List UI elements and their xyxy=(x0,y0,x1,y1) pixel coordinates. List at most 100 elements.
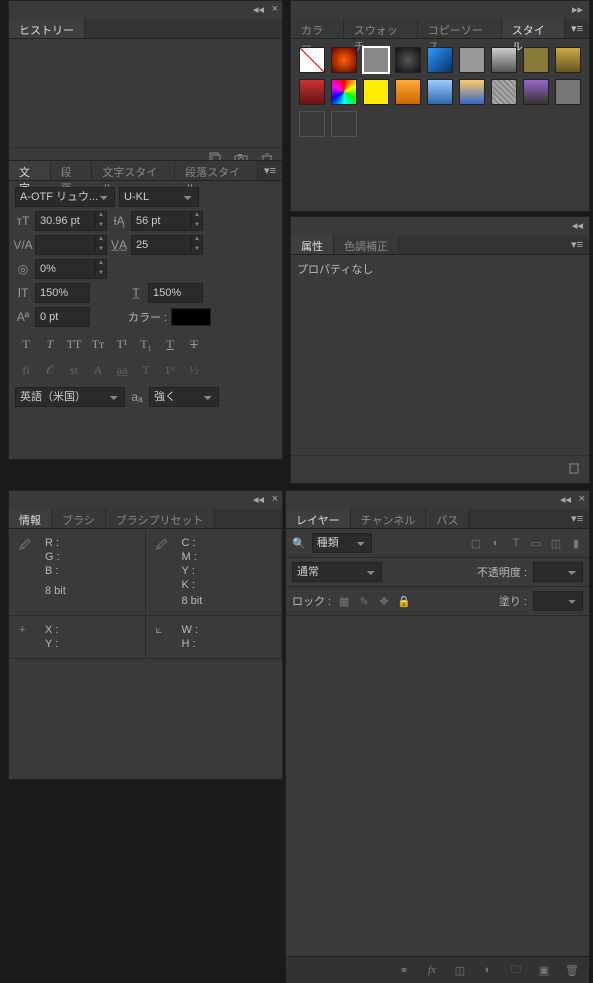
spin-up[interactable]: ▲ xyxy=(95,235,107,245)
filter-type-icon[interactable]: T xyxy=(509,536,523,550)
style-swatch[interactable] xyxy=(331,79,357,105)
spin-up[interactable]: ▲ xyxy=(95,259,107,269)
hscale-input[interactable] xyxy=(148,283,203,303)
spin-down[interactable]: ▼ xyxy=(191,221,203,231)
tab-layers[interactable]: レイヤー xyxy=(286,509,351,528)
spin-down[interactable]: ▼ xyxy=(95,221,107,231)
fx-icon[interactable]: fx xyxy=(425,963,439,977)
spin-up[interactable]: ▲ xyxy=(95,211,107,221)
tab-copysource[interactable]: コピーソース xyxy=(418,19,502,38)
spin-down[interactable]: ▼ xyxy=(95,269,107,279)
style-swatch[interactable] xyxy=(331,111,357,137)
tab-adjustments[interactable]: 色調補正 xyxy=(334,235,399,254)
language-select[interactable]: 英語（米国） xyxy=(15,387,125,407)
font-style-select[interactable]: U-KL xyxy=(119,187,199,207)
tab-paths[interactable]: パス xyxy=(426,509,469,528)
spin-up[interactable]: ▲ xyxy=(191,235,203,245)
group-icon[interactable]: 🗀 xyxy=(509,963,523,977)
tab-color[interactable]: カラー xyxy=(291,19,344,38)
style-swatch[interactable] xyxy=(363,79,389,105)
collapse-icon[interactable]: ◂◂ xyxy=(253,3,264,16)
style-swatch[interactable] xyxy=(427,47,453,73)
filter-type-select[interactable]: 種類 xyxy=(312,533,372,553)
discretionary-button[interactable]: st xyxy=(63,359,85,381)
contextual-button[interactable]: 𝒪 xyxy=(39,359,61,381)
subscript-button[interactable]: T₁ xyxy=(135,333,157,355)
style-swatch[interactable] xyxy=(491,79,517,105)
tab-brush[interactable]: ブラシ xyxy=(52,509,106,528)
ligatures-button[interactable]: fi xyxy=(15,359,37,381)
antialias-select[interactable]: 強く xyxy=(149,387,219,407)
vscale-input[interactable] xyxy=(35,283,90,303)
panel-menu-icon[interactable]: ▾≡ xyxy=(565,235,589,254)
spin-down[interactable]: ▼ xyxy=(95,245,107,255)
allcaps-button[interactable]: TT xyxy=(63,333,85,355)
style-swatch[interactable] xyxy=(523,79,549,105)
style-swatch[interactable] xyxy=(299,79,325,105)
style-swatch[interactable] xyxy=(459,79,485,105)
tab-swatches[interactable]: スウォッチ xyxy=(344,19,418,38)
panel-menu-icon[interactable]: ▾≡ xyxy=(565,19,589,38)
spin-up[interactable]: ▲ xyxy=(191,211,203,221)
new-layer-icon[interactable]: ▣ xyxy=(537,963,551,977)
style-swatch[interactable] xyxy=(331,47,357,73)
filter-pixel-icon[interactable]: ▢ xyxy=(469,536,483,550)
collapse-icon[interactable]: ◂◂ xyxy=(253,493,264,506)
tab-character[interactable]: 文字 xyxy=(9,161,51,180)
blend-mode-select[interactable]: 通常 xyxy=(292,562,382,582)
mask-icon[interactable]: ◫ xyxy=(453,963,467,977)
lock-paint-icon[interactable]: ✎ xyxy=(357,594,371,608)
text-color-swatch[interactable] xyxy=(171,308,211,326)
tab-brushpreset[interactable]: ブラシプリセット xyxy=(106,509,215,528)
stylistic-button[interactable]: a̲a̲ xyxy=(111,359,133,381)
style-swatch[interactable] xyxy=(395,47,421,73)
style-swatch[interactable] xyxy=(555,47,581,73)
style-swatch[interactable] xyxy=(459,47,485,73)
trash-icon[interactable] xyxy=(567,460,581,474)
style-swatch[interactable] xyxy=(555,79,581,105)
underline-button[interactable]: T xyxy=(159,333,181,355)
style-swatch[interactable] xyxy=(427,79,453,105)
panel-menu-icon[interactable]: ▾≡ xyxy=(565,509,589,528)
baseline-shift-input[interactable] xyxy=(35,307,90,327)
filter-shape-icon[interactable]: ▭ xyxy=(529,536,543,550)
style-swatch[interactable] xyxy=(395,79,421,105)
tab-channels[interactable]: チャンネル xyxy=(351,509,427,528)
tab-paragraph[interactable]: 段落 xyxy=(51,161,93,180)
filter-smart-icon[interactable]: ◫ xyxy=(549,536,563,550)
fractions-button[interactable]: ½ xyxy=(183,359,205,381)
style-swatch[interactable] xyxy=(363,47,389,73)
strike-button[interactable]: Ŧ xyxy=(183,333,205,355)
tab-charstyle[interactable]: 文字スタイル xyxy=(92,161,175,180)
collapse-icon[interactable]: ◂◂ xyxy=(572,219,583,232)
filter-toggle-icon[interactable]: ▮ xyxy=(569,536,583,550)
swash-button[interactable]: A xyxy=(87,359,109,381)
tracking-input[interactable] xyxy=(131,235,191,255)
tab-history[interactable]: ヒストリー xyxy=(9,19,85,38)
style-swatch[interactable] xyxy=(299,47,325,73)
bold-button[interactable]: T xyxy=(15,333,37,355)
panel-menu-icon[interactable]: ▾≡ xyxy=(258,161,282,180)
collapse-icon[interactable]: ◂◂ xyxy=(560,493,571,506)
tab-style[interactable]: スタイル xyxy=(502,19,565,38)
titling-button[interactable]: T xyxy=(135,359,157,381)
lock-all-icon[interactable]: 🔒 xyxy=(397,594,411,608)
link-icon[interactable]: ⚭ xyxy=(397,963,411,977)
tsume-input[interactable] xyxy=(35,259,95,279)
close-icon[interactable]: × xyxy=(579,493,585,505)
spin-down[interactable]: ▼ xyxy=(191,245,203,255)
lock-position-icon[interactable]: ✥ xyxy=(377,594,391,608)
leading-input[interactable] xyxy=(131,211,191,231)
superscript-button[interactable]: T¹ xyxy=(111,333,133,355)
trash-icon[interactable]: 🗑 xyxy=(565,963,579,977)
opacity-select[interactable] xyxy=(533,562,583,582)
fill-select[interactable] xyxy=(533,591,583,611)
close-icon[interactable]: × xyxy=(272,493,278,505)
font-size-input[interactable] xyxy=(35,211,95,231)
close-icon[interactable]: × xyxy=(272,3,278,15)
style-swatch[interactable] xyxy=(299,111,325,137)
lock-transparent-icon[interactable]: ▦ xyxy=(337,594,351,608)
kerning-input[interactable] xyxy=(35,235,95,255)
collapse-icon[interactable]: ▸▸ xyxy=(572,3,583,16)
tab-parastyle[interactable]: 段落スタイル xyxy=(175,161,258,180)
